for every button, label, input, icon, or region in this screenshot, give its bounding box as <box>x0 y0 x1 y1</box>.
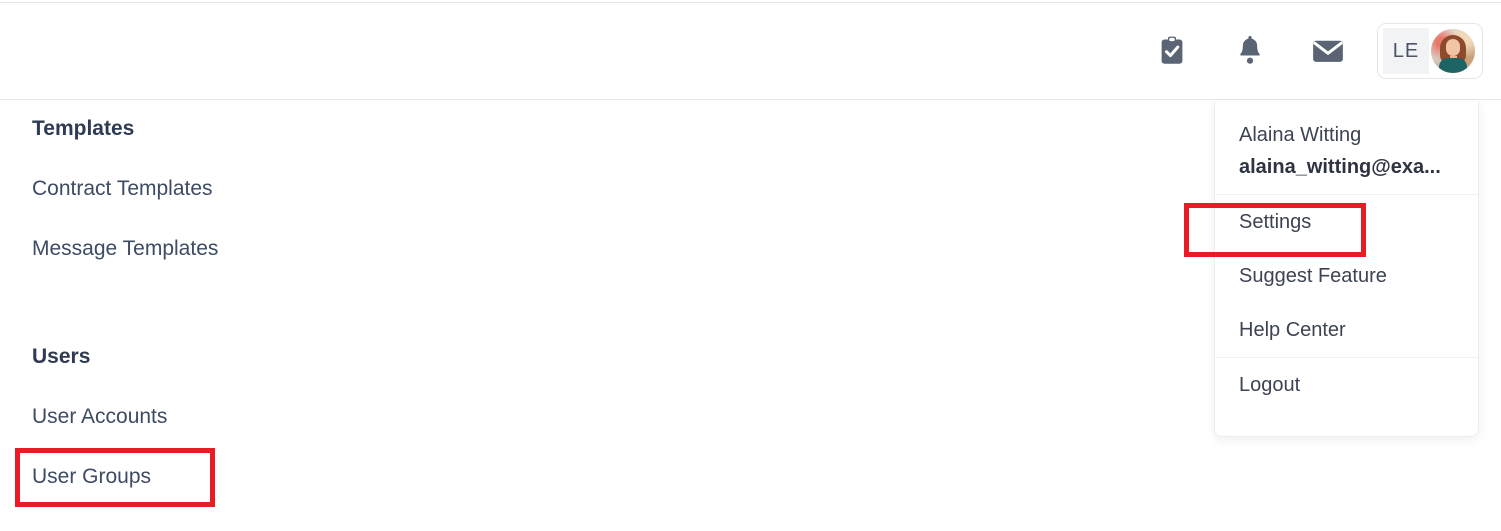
messages-envelope-icon[interactable] <box>1289 21 1367 81</box>
nav-section-heading-templates: Templates <box>32 117 135 140</box>
user-profile-dropdown: Alaina Witting alaina_witting@exa... Set… <box>1214 101 1479 437</box>
notifications-bell-icon[interactable] <box>1211 21 1289 81</box>
avatar-face <box>1446 39 1460 56</box>
header-actions: LE <box>1133 3 1483 99</box>
dropdown-profile-block: Alaina Witting alaina_witting@exa... <box>1215 101 1478 195</box>
nav-section-heading-users: Users <box>32 345 91 368</box>
menu-item-settings[interactable]: Settings <box>1215 195 1478 249</box>
avatar-body <box>1439 58 1467 73</box>
menu-item-suggest-feature[interactable]: Suggest Feature <box>1215 249 1478 303</box>
menu-item-logout[interactable]: Logout <box>1215 358 1478 412</box>
avatar <box>1431 29 1475 73</box>
sidebar-item-user-groups[interactable]: User Groups <box>32 465 151 489</box>
sidebar-item-user-accounts[interactable]: User Accounts <box>32 405 167 429</box>
profile-email: alaina_witting@exa... <box>1239 156 1441 178</box>
profile-name: Alaina Witting <box>1239 124 1362 146</box>
sidebar-item-contract-templates[interactable]: Contract Templates <box>32 177 213 201</box>
sidebar-item-message-templates[interactable]: Message Templates <box>32 237 218 261</box>
user-profile-chip[interactable]: LE <box>1377 23 1483 79</box>
tasks-clipboard-icon[interactable] <box>1133 21 1211 81</box>
menu-item-help-center[interactable]: Help Center <box>1215 303 1478 357</box>
user-initials-badge: LE <box>1383 28 1429 74</box>
app-header: LE <box>0 3 1501 100</box>
